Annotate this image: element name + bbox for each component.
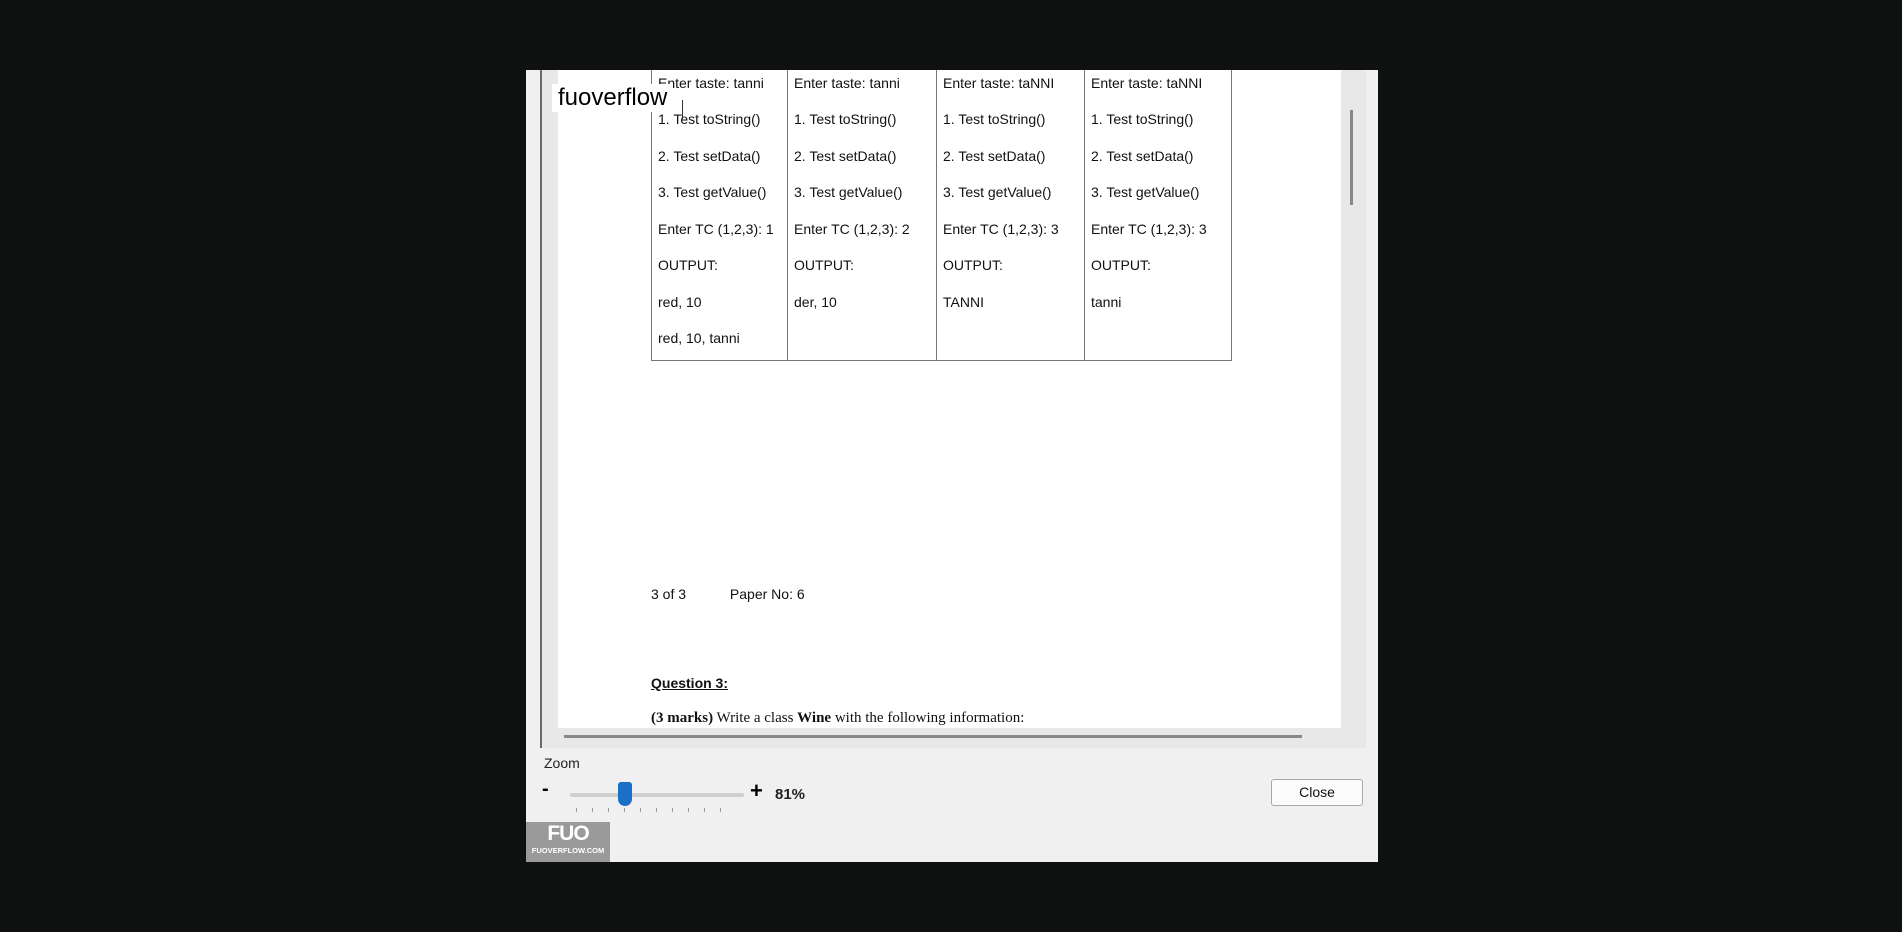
zoom-out-button[interactable]: - [542, 778, 549, 801]
paper-number: Paper No: 6 [729, 586, 805, 602]
page-number: 3 of 3 [651, 586, 687, 602]
zoom-value: 81% [775, 786, 806, 803]
cell-line: der, 10 [794, 293, 837, 310]
slider-tick [608, 808, 609, 812]
document-page: Enter year: 10Enter taste: tanni1. Test … [558, 70, 1341, 728]
cell-line: 1. Test toString() [943, 111, 1046, 127]
cell-line: 3. Test getValue() [794, 184, 903, 200]
cell-line: Enter TC (1,2,3): 2 [794, 220, 910, 237]
cell-line: 2. Test setData() [1091, 147, 1194, 164]
zoom-slider-thumb[interactable] [618, 782, 632, 806]
cell-line: OUTPUT: [794, 257, 854, 273]
cell-line: OUTPUT: [943, 257, 1003, 273]
cell-line: 2. Test setData() [658, 147, 761, 164]
slider-tick [688, 808, 689, 812]
close-button[interactable]: Close [1271, 779, 1363, 806]
cell-line: Enter taste: taNNI [943, 74, 1055, 91]
cell-line: 3. Test getValue() [1091, 184, 1200, 200]
cell-line: OUTPUT: [1091, 257, 1151, 273]
question-text-pre: Write a class [713, 710, 798, 726]
zoom-label: Zoom [544, 755, 580, 771]
slider-tick [624, 808, 625, 812]
cell-line: 2. Test setData() [794, 147, 897, 164]
cell-line: red, 10 [658, 293, 702, 310]
logo-subtitle: FUOVERFLOW.COM [531, 846, 605, 855]
logo-mark: FUO [547, 822, 589, 845]
cell-line: 3. Test getValue() [658, 184, 767, 200]
cell-line: Enter TC (1,2,3): 3 [943, 220, 1059, 237]
test-output-table: Enter year: 10Enter taste: tanni1. Test … [651, 70, 1232, 361]
slider-tick [704, 808, 705, 812]
table-cell: Enter year: 10Enter taste: tanni1. Test … [787, 70, 937, 361]
zoom-slider-track[interactable] [570, 793, 744, 797]
cell-line: OUTPUT: [658, 257, 718, 273]
vertical-scrollbar[interactable] [1350, 110, 1353, 205]
cell-line: Enter TC (1,2,3): 3 [1091, 220, 1207, 237]
cell-line: 1. Test toString() [658, 111, 761, 127]
question-text: (3 marks) Write a class Wine with the fo… [651, 710, 1024, 727]
cell-line: 3. Test getValue() [943, 184, 1052, 200]
zoom-slider-ticks [576, 808, 736, 814]
slider-tick [672, 808, 673, 812]
document-viewer-dialog: Enter year: 10Enter taste: tanni1. Test … [526, 70, 1378, 862]
cell-line: 1. Test toString() [1091, 111, 1194, 127]
page-footer: 3 of 3 Paper No: 6 [651, 586, 845, 602]
table-row: Enter year: 10Enter taste: tanni1. Test … [651, 70, 1232, 361]
cell-line: Enter taste: tanni [794, 74, 900, 91]
question-title: Question 3: [651, 675, 729, 691]
fuoverflow-logo: FUO FUOVERFLOW.COM [526, 822, 610, 862]
slider-tick [720, 808, 721, 812]
slider-tick [640, 808, 641, 812]
question-marks: (3 marks) [651, 710, 714, 726]
cell-line: 2. Test setData() [943, 147, 1046, 164]
slider-tick [576, 808, 577, 812]
zoom-in-button[interactable]: + [750, 778, 763, 804]
cell-line: 1. Test toString() [794, 111, 897, 127]
table-cell: Enter year: 2Enter taste: taNNI1. Test t… [936, 70, 1085, 361]
cell-line: TANNI [943, 293, 984, 310]
cell-line: Enter taste: taNNI [1091, 74, 1203, 91]
document-viewport[interactable]: Enter year: 10Enter taste: tanni1. Test … [540, 70, 1366, 748]
cell-line: tanni [1091, 293, 1122, 310]
question-class-name: Wine [797, 710, 832, 726]
cell-line: Enter taste: tanni [658, 74, 764, 91]
cell-line: Enter TC (1,2,3): 1 [658, 220, 774, 237]
table-cell: Enter year: 5Enter taste: taNNI1. Test t… [1084, 70, 1232, 361]
text-caret [682, 100, 683, 119]
cell-line: red, 10, tanni [658, 330, 740, 346]
slider-tick [592, 808, 593, 812]
slider-tick [656, 808, 657, 812]
watermark-label: fuoverflow [552, 84, 674, 112]
question-text-post: with the following information: [831, 710, 1025, 726]
horizontal-scrollbar[interactable] [564, 735, 1302, 738]
table-cell: Enter year: 10Enter taste: tanni1. Test … [651, 70, 788, 361]
